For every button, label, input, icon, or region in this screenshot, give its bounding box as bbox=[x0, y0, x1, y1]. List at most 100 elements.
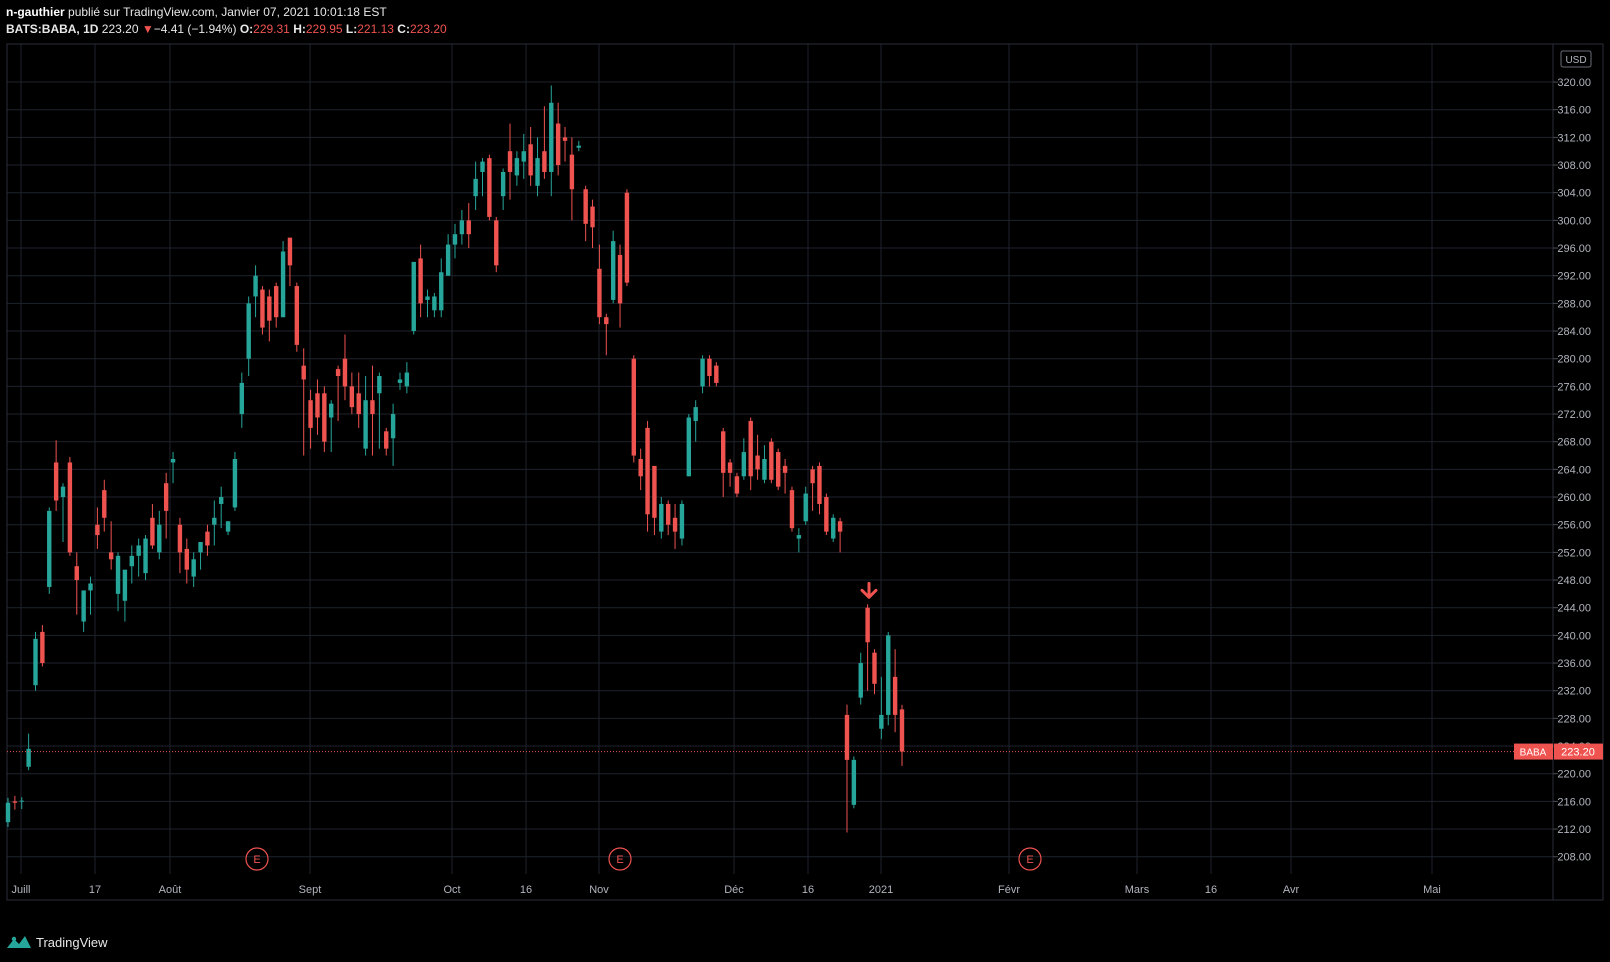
earnings-markers[interactable]: EEE bbox=[245, 847, 1042, 871]
candle-body bbox=[844, 714, 850, 760]
candle-body bbox=[686, 417, 692, 477]
candle bbox=[562, 127, 568, 162]
candle-body bbox=[562, 137, 568, 141]
candle bbox=[191, 552, 196, 587]
candle bbox=[315, 379, 320, 435]
candle-body bbox=[47, 510, 52, 587]
candlestick-chart[interactable]: 320.00 316.00 312.00 308.00 304.00 300.00 296.… bbox=[0, 0, 1610, 962]
currency-badge[interactable]: USD bbox=[1560, 50, 1592, 68]
candle-body bbox=[363, 400, 368, 449]
candle bbox=[452, 223, 458, 259]
candle bbox=[535, 137, 540, 197]
currency-label: USD bbox=[1565, 55, 1586, 66]
candle bbox=[267, 289, 272, 342]
candle bbox=[329, 400, 334, 453]
footer-brand[interactable]: TradingView bbox=[6, 934, 108, 950]
candle-body bbox=[74, 566, 79, 581]
candle-body bbox=[404, 372, 410, 387]
y-tick-label: 208.00 bbox=[1557, 852, 1591, 864]
candle bbox=[879, 676, 884, 740]
candle-body bbox=[260, 289, 265, 328]
y-tick-label: 304.00 bbox=[1557, 188, 1591, 200]
candle-body bbox=[267, 296, 272, 321]
candle-body bbox=[707, 358, 712, 376]
y-tick-label: 252.00 bbox=[1557, 547, 1591, 559]
candle bbox=[665, 500, 671, 536]
candle-body bbox=[239, 382, 245, 415]
candle bbox=[404, 362, 410, 394]
candle-body bbox=[198, 542, 203, 553]
candle-body bbox=[879, 714, 884, 729]
candle-body bbox=[384, 431, 389, 449]
candle bbox=[624, 189, 630, 287]
candle bbox=[865, 604, 870, 691]
y-tick-label: 268.00 bbox=[1557, 437, 1591, 449]
y-tick-label: 244.00 bbox=[1557, 603, 1591, 615]
candle bbox=[810, 465, 815, 511]
candle-body bbox=[776, 452, 781, 487]
candle bbox=[817, 462, 822, 515]
y-tick-label: 264.00 bbox=[1557, 464, 1591, 476]
candle-body bbox=[590, 206, 595, 228]
candle-body bbox=[831, 517, 836, 539]
candle bbox=[60, 483, 66, 542]
candle bbox=[115, 552, 121, 612]
candle-body bbox=[597, 268, 602, 318]
time-axis[interactable]: Juill 17 Août Sept Oct 16 Nov Déc 16 2021 Févr Mars… bbox=[12, 884, 1441, 896]
x-tick-label: Oct bbox=[443, 884, 460, 896]
candle bbox=[225, 521, 231, 536]
candle-body bbox=[721, 431, 726, 473]
candle bbox=[714, 362, 719, 387]
candle-body bbox=[329, 403, 334, 418]
y-tick-label: 232.00 bbox=[1557, 686, 1591, 698]
candle-body bbox=[528, 144, 533, 176]
candle bbox=[597, 244, 602, 325]
candle-body bbox=[432, 296, 437, 311]
candle bbox=[95, 507, 100, 549]
candle-body bbox=[535, 158, 540, 186]
y-tick-label: 216.00 bbox=[1557, 796, 1591, 808]
candle-body bbox=[19, 800, 24, 802]
candle bbox=[789, 486, 795, 532]
x-tick-label: Août bbox=[159, 884, 182, 896]
candle bbox=[246, 296, 251, 376]
earnings-label: E bbox=[616, 854, 623, 866]
candle-body bbox=[851, 759, 857, 805]
candle bbox=[342, 334, 348, 401]
x-tick-label: 16 bbox=[520, 884, 532, 896]
earnings-marker: E bbox=[1018, 847, 1042, 871]
candle bbox=[686, 414, 692, 477]
candle bbox=[184, 538, 189, 584]
x-tick-label: Avr bbox=[1283, 884, 1300, 896]
candle bbox=[239, 372, 245, 428]
candle-body bbox=[5, 802, 11, 823]
y-tick-label: 260.00 bbox=[1557, 492, 1591, 504]
candle-body bbox=[500, 171, 506, 197]
candle-body bbox=[459, 220, 465, 235]
candle-body bbox=[617, 254, 623, 304]
candle-body bbox=[755, 455, 760, 470]
candle bbox=[384, 427, 389, 456]
candle bbox=[617, 244, 623, 328]
x-tick-label: Mars bbox=[1125, 884, 1150, 896]
candle-body bbox=[652, 465, 657, 518]
candle bbox=[604, 313, 609, 356]
candle bbox=[542, 106, 547, 179]
candle bbox=[851, 756, 857, 809]
candle bbox=[507, 123, 513, 200]
candle bbox=[803, 486, 808, 525]
candle bbox=[727, 459, 733, 487]
x-tick-label: Juill bbox=[12, 884, 31, 896]
candle bbox=[301, 348, 306, 456]
candle bbox=[88, 576, 93, 615]
candle bbox=[67, 456, 73, 556]
candle bbox=[418, 244, 423, 318]
candle bbox=[514, 151, 520, 186]
candle bbox=[494, 216, 499, 273]
candle-body bbox=[886, 635, 891, 715]
candle-body bbox=[301, 365, 306, 380]
candle bbox=[212, 500, 217, 546]
candle bbox=[886, 631, 891, 726]
candle-body bbox=[315, 393, 320, 418]
candle bbox=[521, 133, 526, 179]
